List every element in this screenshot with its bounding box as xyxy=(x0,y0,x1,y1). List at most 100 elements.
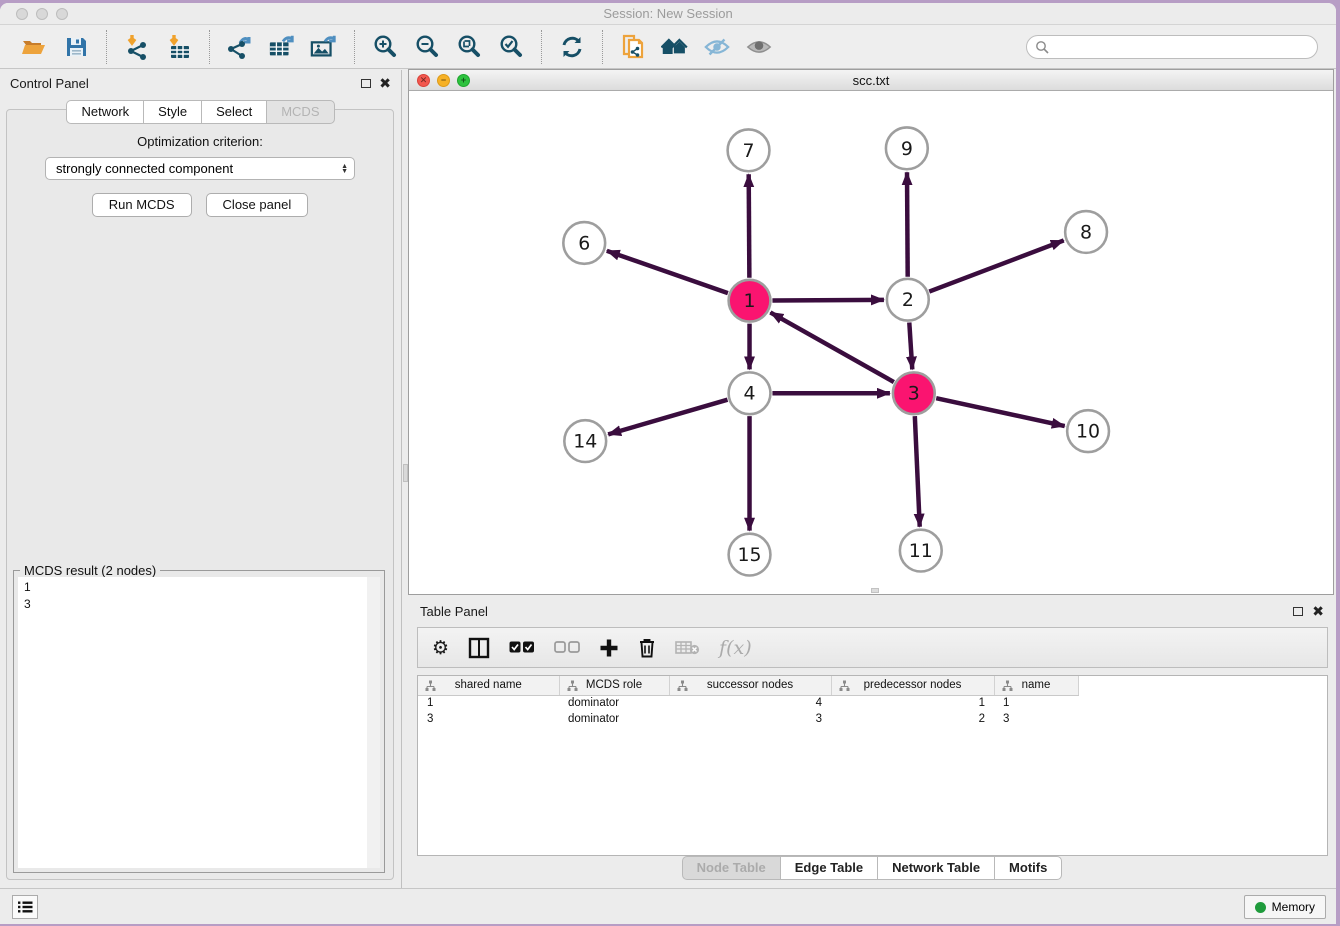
add-column-button[interactable] xyxy=(599,638,619,658)
search-box[interactable] xyxy=(1026,35,1318,59)
float-table-panel-icon[interactable] xyxy=(1293,607,1303,616)
graph-edge-2-9[interactable] xyxy=(907,172,908,277)
export-network-icon xyxy=(226,34,254,60)
graph-edge-4-14[interactable] xyxy=(608,400,727,435)
control-panel-tabs: Network Style Select MCDS xyxy=(0,100,401,124)
attribute-type-icon xyxy=(677,680,688,691)
graph-edge-3-10[interactable] xyxy=(936,398,1065,426)
export-image-button[interactable] xyxy=(310,33,338,61)
node-table[interactable]: shared name MCDS rolesuccessor nodesprede… xyxy=(417,675,1328,856)
column-header-MCDS-role[interactable]: MCDS role xyxy=(559,676,669,695)
tab-mcds[interactable]: MCDS xyxy=(266,100,334,124)
network-canvas[interactable]: 7968124314101511 xyxy=(409,92,1333,594)
graph-edge-1-2[interactable] xyxy=(772,300,884,301)
refresh-button[interactable] xyxy=(558,33,586,61)
export-table-button[interactable] xyxy=(268,33,296,61)
tab-network-table[interactable]: Network Table xyxy=(877,856,994,880)
column-header-shared-name[interactable]: shared name xyxy=(418,676,559,695)
zoom-fit-button[interactable] xyxy=(455,33,483,61)
open-file-button[interactable] xyxy=(20,33,48,61)
column-header-label: shared name xyxy=(455,679,522,691)
network-close-button[interactable]: ✕ xyxy=(417,74,430,87)
run-mcds-button[interactable]: Run MCDS xyxy=(92,193,192,217)
save-session-button[interactable] xyxy=(62,33,90,61)
eye-icon xyxy=(745,35,773,59)
result-scrollbar[interactable] xyxy=(367,577,380,868)
cell-predecessor-nodes[interactable]: 2 xyxy=(831,711,994,727)
graph-edge-1-6[interactable] xyxy=(607,251,728,293)
memory-button[interactable]: Memory xyxy=(1244,895,1326,919)
graph-node-label-4: 4 xyxy=(744,383,756,405)
toolbar-separator xyxy=(106,30,107,64)
column-header-name[interactable]: name xyxy=(994,676,1078,695)
cell-successor-nodes[interactable]: 3 xyxy=(669,711,831,727)
cell-successor-nodes[interactable]: 4 xyxy=(669,695,831,711)
tab-node-table[interactable]: Node Table xyxy=(682,856,780,880)
table-row[interactable]: 3dominator323 xyxy=(418,711,1078,727)
delete-table-button[interactable] xyxy=(675,640,700,655)
graph-edge-3-1[interactable] xyxy=(770,312,894,382)
mcds-result-text[interactable]: 1 3 xyxy=(18,577,380,868)
deselect-all-button[interactable] xyxy=(554,641,580,654)
checked-boxes-icon xyxy=(509,641,535,654)
delete-column-button[interactable] xyxy=(638,637,656,658)
cell-shared-name[interactable]: 3 xyxy=(418,711,559,727)
hide-selected-button[interactable] xyxy=(703,33,731,61)
tab-network[interactable]: Network xyxy=(66,100,143,124)
cell-name[interactable]: 3 xyxy=(994,711,1078,727)
minimize-window-button[interactable] xyxy=(36,8,48,20)
graph-edge-2-8[interactable] xyxy=(929,240,1063,291)
save-floppy-icon xyxy=(65,36,87,58)
search-input[interactable] xyxy=(1054,40,1309,54)
select-all-button[interactable] xyxy=(509,641,535,654)
cell-shared-name[interactable]: 1 xyxy=(418,695,559,711)
control-panel-header: Control Panel ✖ xyxy=(0,70,401,96)
home-layout-button[interactable] xyxy=(661,33,689,61)
close-window-button[interactable] xyxy=(16,8,28,20)
vertical-splitter[interactable] xyxy=(401,70,408,888)
task-history-button[interactable] xyxy=(12,895,38,919)
column-header-successor-nodes[interactable]: successor nodes xyxy=(669,676,831,695)
close-panel-button[interactable]: Close panel xyxy=(206,193,309,217)
tab-edge-table[interactable]: Edge Table xyxy=(780,856,877,880)
export-network-button[interactable] xyxy=(226,33,254,61)
zoom-window-button[interactable] xyxy=(56,8,68,20)
import-table-button[interactable] xyxy=(165,33,193,61)
close-table-panel-icon[interactable]: ✖ xyxy=(1312,604,1324,618)
zoom-in-button[interactable] xyxy=(371,33,399,61)
network-maximize-button[interactable]: + xyxy=(457,74,470,87)
graph-node-label-8: 8 xyxy=(1080,221,1092,243)
window-controls xyxy=(16,8,68,20)
zoom-selected-button[interactable] xyxy=(497,33,525,61)
tab-select[interactable]: Select xyxy=(201,100,266,124)
column-selector-button[interactable] xyxy=(468,637,490,659)
cell-predecessor-nodes[interactable]: 1 xyxy=(831,695,994,711)
table-settings-button[interactable]: ⚙ xyxy=(432,637,449,659)
graph-node-label-15: 15 xyxy=(737,544,761,566)
fx-icon: f(x) xyxy=(719,637,752,659)
attribute-type-icon xyxy=(839,680,850,691)
function-builder-button[interactable]: f(x) xyxy=(719,637,752,659)
graph-node-label-1: 1 xyxy=(744,290,756,312)
new-network-from-selection-button[interactable] xyxy=(619,33,647,61)
tab-style[interactable]: Style xyxy=(143,100,201,124)
import-network-button[interactable] xyxy=(123,33,151,61)
tab-motifs[interactable]: Motifs xyxy=(994,856,1062,880)
show-all-button[interactable] xyxy=(745,33,773,61)
delete-table-icon xyxy=(675,640,700,655)
graph-edge-3-11[interactable] xyxy=(915,416,920,527)
cell-MCDS-role[interactable]: dominator xyxy=(559,711,669,727)
cell-MCDS-role[interactable]: dominator xyxy=(559,695,669,711)
network-minimize-button[interactable]: − xyxy=(437,74,450,87)
graph-edge-1-7[interactable] xyxy=(749,174,750,278)
zoom-out-button[interactable] xyxy=(413,33,441,61)
float-panel-icon[interactable] xyxy=(361,79,371,88)
criterion-select[interactable]: strongly connected component ▲▼ xyxy=(45,157,355,180)
network-resize-grip[interactable] xyxy=(871,588,879,593)
close-panel-icon[interactable]: ✖ xyxy=(379,76,391,90)
table-row[interactable]: 1dominator411 xyxy=(418,695,1078,711)
graph-node-label-7: 7 xyxy=(743,140,755,162)
column-header-predecessor-nodes[interactable]: predecessor nodes xyxy=(831,676,994,695)
cell-name[interactable]: 1 xyxy=(994,695,1078,711)
graph-edge-2-3[interactable] xyxy=(909,323,912,370)
